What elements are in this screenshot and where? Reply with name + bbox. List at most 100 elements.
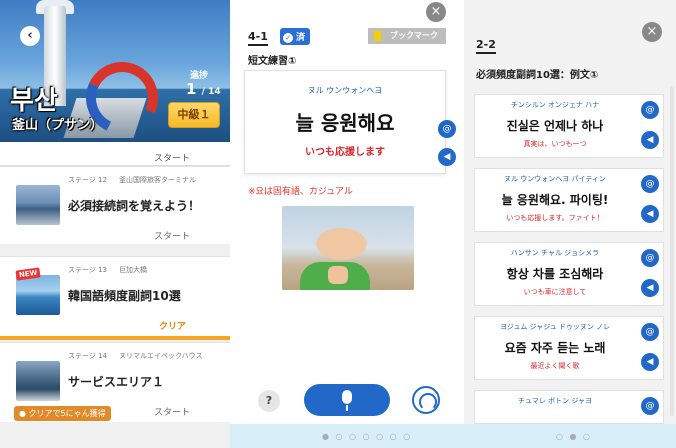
slow-audio-button[interactable]: @ — [438, 120, 456, 138]
reward-badge: ● クリアで5にゃん獲得 — [14, 406, 111, 421]
progress-total: / 14 — [201, 87, 221, 97]
phrase-korean: 늘 응원해요 — [295, 111, 395, 135]
speaker-icon: ◀ — [646, 209, 654, 219]
stage-thumbnail — [16, 275, 60, 315]
stage-meta: ステージ 12 釜山国際旅客ターミナル — [68, 175, 196, 185]
progress-current: 1 — [186, 80, 197, 98]
snail-icon: @ — [645, 105, 655, 115]
stage-title: サービスエリア１ — [68, 375, 165, 389]
slow-audio-button[interactable]: @ — [641, 249, 659, 267]
slow-audio-button[interactable]: @ — [641, 323, 659, 341]
city-hero-image: ‹ 부산 釜山（プサン） 進捗 1 / 14 中級１ — [0, 0, 230, 142]
progress-value: 1 / 14 — [186, 80, 221, 98]
example-card: ヌル ウンウォンヘヨ パイティン 늘 응원해요. 파이팅! いつも応援します。フ… — [474, 168, 664, 232]
close-button[interactable]: × — [426, 2, 446, 22]
bookmark-button[interactable]: ブックマーク — [368, 28, 446, 44]
coin-icon: ● — [19, 409, 26, 418]
page-indicator: ● ○ ○ ○ ○ ○ ○ — [322, 432, 413, 441]
stage-card-13[interactable]: NEW ステージ 13 巨加大橋 韓国語頻度副詞10選 クリア — [0, 256, 230, 336]
play-audio-button[interactable]: ◀ — [438, 148, 456, 166]
page-indicator: ○ ● ○ — [556, 432, 593, 441]
chevron-left-icon: ‹ — [27, 28, 33, 43]
close-icon: × — [430, 4, 442, 19]
back-button[interactable]: ‹ — [20, 26, 40, 46]
example-reading: ハンサン チャル ジョシメラ — [510, 249, 600, 257]
illustration-image — [282, 206, 414, 290]
stage-location: ヌリマルエイペックハウス — [119, 352, 203, 360]
photo-decoration — [328, 266, 348, 284]
slow-audio-button[interactable]: @ — [641, 175, 659, 193]
done-label: 済 — [296, 33, 306, 43]
section-title: 必須頻度副詞10選：例文① — [476, 70, 599, 81]
lesson-number: 4-1 — [248, 30, 268, 46]
phrase-practice-panel: × 4-1 ✓ 済 ブックマーク 短文練習① ヌル ウンウォンヘヨ 늘 응원해요 … — [230, 0, 464, 448]
example-sentences-panel: × 2-2 必須頻度副詞10選：例文① チンシルン オンジェナ ハナ 진실은 언… — [464, 0, 676, 448]
close-button[interactable]: × — [642, 22, 662, 42]
clear-label[interactable]: クリア — [159, 319, 186, 332]
play-audio-button[interactable]: ◀ — [641, 205, 659, 223]
stage-number: ステージ 12 — [68, 176, 107, 184]
speaker-icon: ◀ — [646, 357, 654, 367]
example-card: ハンサン チャル ジョシメラ 항상 차를 조심해라 いつも車に注意して @ ◀ — [474, 242, 664, 306]
slow-audio-button[interactable]: @ — [641, 397, 659, 415]
example-korean: 항상 차를 조심해라 — [506, 267, 604, 281]
level-badge: 中級１ — [168, 102, 220, 128]
bookmark-label: ブックマーク — [390, 31, 438, 40]
start-button[interactable]: スタート — [154, 405, 190, 418]
example-korean: 진실은 언제나 하나 — [506, 119, 604, 133]
example-card: ヨジュム ジャジュ ドゥッヌン ノレ 요즘 자주 듣는 노래 最近よく聞く歌 @… — [474, 316, 664, 380]
stage-location: 釜山国際旅客ターミナル — [119, 176, 196, 184]
play-audio-button[interactable]: ◀ — [641, 279, 659, 297]
check-icon: ✓ — [283, 33, 293, 43]
stage-thumbnail — [16, 361, 60, 401]
speaker-icon: ◀ — [646, 135, 654, 145]
stage-divider — [0, 336, 230, 340]
stage-meta: ステージ 14 ヌリマルエイペックハウス — [68, 351, 203, 361]
speaker-icon: ◀ — [443, 152, 451, 162]
example-korean: 요즘 자주 듣는 노래 — [504, 341, 606, 355]
close-icon: × — [646, 24, 658, 39]
microphone-icon — [346, 405, 348, 411]
speaker-icon: ◀ — [646, 283, 654, 293]
stage-location: 巨加大橋 — [119, 266, 147, 274]
stage-number: ステージ 14 — [68, 352, 107, 360]
example-translation: 最近よく聞く歌 — [530, 362, 580, 370]
stage-meta: ステージ 13 巨加大橋 — [68, 265, 147, 275]
example-translation: いつも応援します。ファイト！ — [506, 214, 604, 222]
phrase-reading: ヌル ウンウォンヘヨ — [307, 86, 383, 95]
start-button[interactable]: スタート — [154, 151, 190, 164]
snail-icon: @ — [645, 401, 655, 411]
reward-text: クリアで5にゃん獲得 — [28, 409, 106, 418]
scrollbar[interactable] — [670, 86, 674, 416]
done-badge: ✓ 済 — [280, 28, 311, 45]
start-button[interactable]: スタート — [154, 229, 190, 242]
stage-thumbnail — [16, 185, 60, 225]
phrase-translation: いつも応援します — [305, 147, 385, 158]
city-name-japanese: 釜山（プサン） — [12, 118, 104, 133]
bookmark-icon — [374, 31, 381, 41]
snail-icon: @ — [645, 327, 655, 337]
stage-list-panel: ‹ 부산 釜山（プサン） 進捗 1 / 14 中級１ スタート ステージ 12 釜… — [0, 0, 230, 448]
listen-button[interactable] — [412, 386, 440, 414]
lesson-number: 2-2 — [476, 38, 496, 54]
play-audio-button[interactable]: ◀ — [641, 353, 659, 371]
example-reading: ヌル ウンウォンヘヨ パイティン — [504, 175, 606, 183]
example-reading: ヨジュム ジャジュ ドゥッヌン ノレ — [499, 323, 611, 331]
stage-card-previous[interactable]: スタート — [0, 142, 230, 166]
stage-card-12[interactable]: ステージ 12 釜山国際旅客ターミナル 必須接続詞を覚えよう！ スタート — [0, 166, 230, 244]
example-card: チンシルン オンジェナ ハナ 진실은 언제나 하나 真実は、いつも一つ @ ◀ — [474, 94, 664, 158]
example-reading: チンシルン オンジェナ ハナ — [510, 101, 600, 109]
microphone-icon — [342, 390, 352, 404]
stage-number: ステージ 13 — [68, 266, 107, 274]
record-button[interactable] — [304, 384, 390, 416]
phrase-card: ヌル ウンウォンヘヨ 늘 응원해요 いつも応援します — [244, 70, 446, 174]
snail-icon: @ — [645, 179, 655, 189]
example-korean: 늘 응원해요. 파이팅! — [501, 193, 609, 207]
play-audio-button[interactable]: ◀ — [641, 131, 659, 149]
help-button[interactable]: ? — [258, 390, 280, 412]
example-translation: 真実は、いつも一つ — [523, 140, 587, 148]
stage-title: 必須接続詞を覚えよう！ — [68, 199, 201, 213]
slow-audio-button[interactable]: @ — [641, 101, 659, 119]
city-name-korean: 부산 — [10, 86, 58, 116]
example-reading: チュマレ ボトン ジャヨ — [517, 397, 593, 405]
